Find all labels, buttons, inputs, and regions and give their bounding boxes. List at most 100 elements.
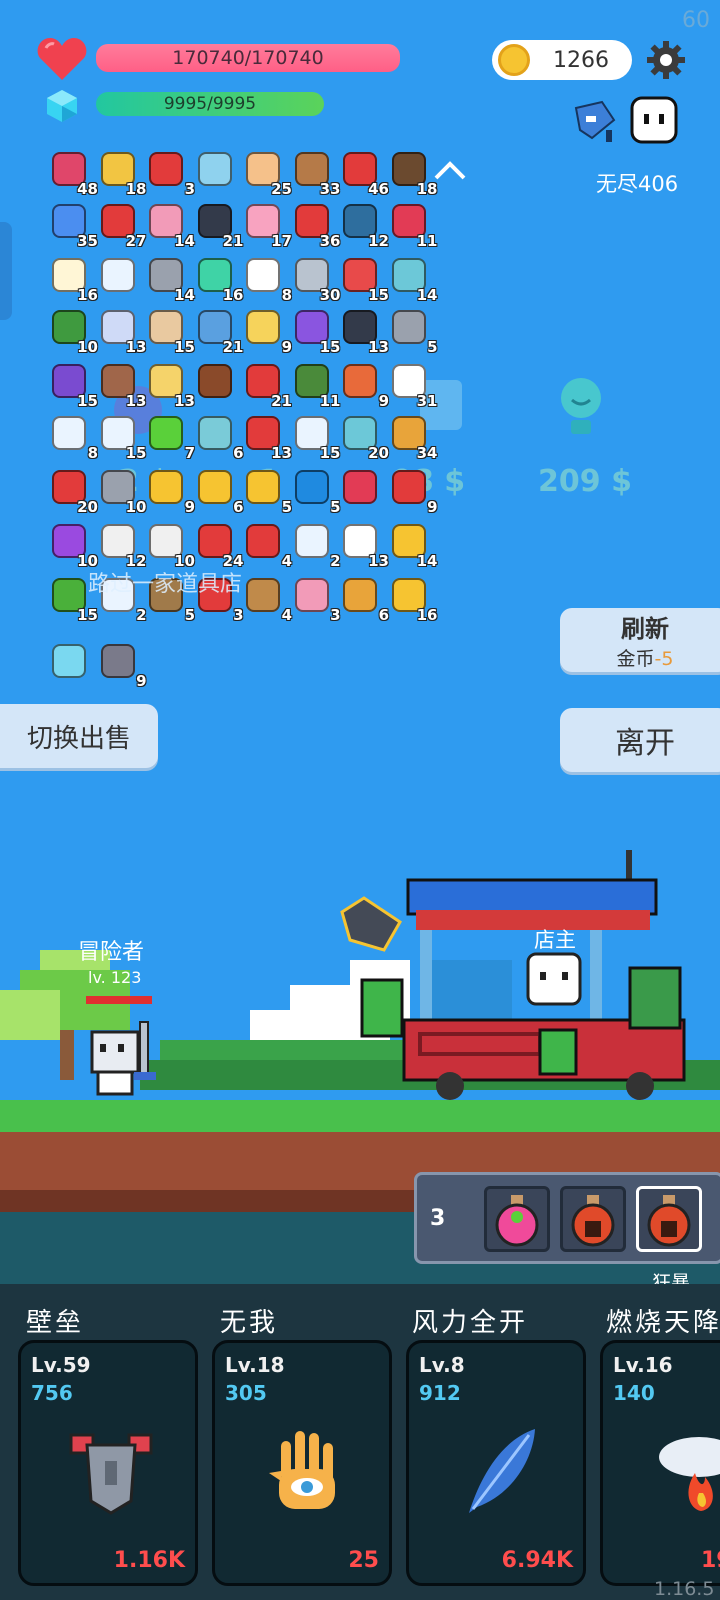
inventory-item[interactable]: 13 [242,414,292,462]
inventory-item[interactable]: 10 [97,468,147,516]
inventory-item[interactable]: 24 [194,522,244,570]
inventory-item[interactable]: 34 [388,414,438,462]
inventory-item[interactable]: 16 [48,256,98,304]
inventory-item[interactable]: 10 [48,522,98,570]
inventory-item[interactable]: 27 [97,202,147,250]
inventory-item[interactable]: 5 [291,468,341,516]
inventory-item[interactable]: 21 [242,362,292,410]
inventory-item[interactable]: 4 [242,522,292,570]
chevron-up-icon[interactable] [432,158,468,182]
inventory-item[interactable]: 10 [145,522,195,570]
inventory-item-count: 15 [319,444,341,462]
inventory-item[interactable]: 15 [48,362,98,410]
inventory-item[interactable]: 11 [291,362,341,410]
inventory-item[interactable]: 13 [97,362,147,410]
inventory-item[interactable]: 9 [145,468,195,516]
inventory-item[interactable]: 15 [291,308,341,356]
inventory-item[interactable]: 46 [339,150,389,198]
skill-card-full-wind[interactable]: Lv.8 912 6.94K [406,1340,586,1586]
inventory-item[interactable]: 5 [242,468,292,516]
inventory-item[interactable]: 12 [339,202,389,250]
inventory-item[interactable]: 9 [388,468,438,516]
inventory-item[interactable] [339,468,381,510]
inventory-item[interactable]: 36 [291,202,341,250]
refresh-button[interactable]: 刷新 金币-5 [560,608,720,672]
skill-card-selfless[interactable]: Lv.18 305 25 [212,1340,392,1586]
inventory-item[interactable] [194,150,236,192]
inventory-item[interactable]: 4 [242,576,292,624]
inventory-item[interactable]: 13 [339,522,389,570]
inventory-item[interactable]: 9 [97,642,147,690]
inventory-item[interactable]: 14 [388,256,438,304]
inventory-item[interactable]: 15 [339,256,389,304]
inventory-item[interactable]: 13 [339,308,389,356]
inventory-item[interactable]: 6 [339,576,389,624]
berserk-potion-slot[interactable] [636,1186,702,1252]
refresh-cost-label: 金币 [616,648,655,670]
skill-level: Lv.8 [419,1353,465,1377]
treasure-chest-icon [197,364,232,398]
inventory-item[interactable]: 15 [291,414,341,462]
red-shield-icon [391,470,426,504]
inventory-item[interactable]: 15 [97,414,147,462]
leave-button[interactable]: 离开 [560,708,720,772]
inventory-item[interactable]: 11 [388,202,438,250]
side-drawer-tab[interactable] [0,222,12,320]
inventory-item[interactable]: 2 [291,522,341,570]
inventory-item[interactable]: 16 [194,256,244,304]
inventory-item[interactable]: 13 [97,308,147,356]
inventory-item[interactable]: 14 [145,202,195,250]
inventory-item[interactable] [97,256,139,298]
inventory-item[interactable]: 3 [291,576,341,624]
inventory-item[interactable] [194,362,236,404]
inventory-item[interactable] [48,642,90,684]
inventory-item[interactable]: 20 [339,414,389,462]
inventory-item-count: 11 [319,392,341,410]
inventory-item[interactable]: 8 [242,256,292,304]
inventory-item[interactable]: 21 [194,202,244,250]
inventory-item-count: 5 [427,338,438,356]
inventory-item[interactable]: 15 [48,576,98,624]
inventory-item-count: 11 [416,232,438,250]
gear-icon[interactable] [646,40,686,80]
inventory-item[interactable]: 3 [145,150,195,198]
inventory-item[interactable]: 9 [339,362,389,410]
pink-potion-slot[interactable] [484,1186,550,1252]
shop-cart-sprite[interactable] [340,850,720,1100]
inventory-item[interactable]: 5 [388,308,438,356]
inventory-item[interactable]: 7 [145,414,195,462]
inventory-item[interactable]: 31 [388,362,438,410]
skill-name: 燃烧天降 [606,1308,720,1338]
inventory-item[interactable]: 30 [291,256,341,304]
fire-potion-slot[interactable] [560,1186,626,1252]
inventory-item[interactable]: 14 [145,256,195,304]
inventory-item[interactable]: 20 [48,468,98,516]
switch-sell-button[interactable]: 切换出售 [0,704,158,768]
skill-card-burning-sky[interactable]: Lv.16 140 19 [600,1340,720,1586]
inventory-item[interactable]: 9 [242,308,292,356]
inventory-item[interactable]: 17 [242,202,292,250]
inventory-item[interactable]: 48 [48,150,98,198]
skill-level: Lv.59 [31,1353,91,1377]
inventory-item[interactable]: 16 [388,576,438,624]
hero-knight-sprite[interactable] [86,1018,162,1104]
inventory-item[interactable]: 18 [97,150,147,198]
inventory-item[interactable]: 15 [145,308,195,356]
inventory-item[interactable]: 8 [48,414,98,462]
hp-bar: 170740/170740 [96,44,400,72]
inventory-item[interactable]: 25 [242,150,292,198]
inventory-item[interactable]: 6 [194,414,244,462]
inventory-item[interactable]: 35 [48,202,98,250]
inventory-item[interactable]: 14 [388,522,438,570]
inventory-item[interactable]: 10 [48,308,98,356]
inventory-item[interactable]: 18 [388,150,438,198]
inventory-item[interactable]: 33 [291,150,341,198]
inventory-item[interactable]: 12 [97,522,147,570]
coin-value: 1266 [553,47,609,73]
inventory-item-count: 14 [174,232,195,250]
inventory-item[interactable]: 13 [145,362,195,410]
inventory-item[interactable]: 21 [194,308,244,356]
inventory-item[interactable]: 6 [194,468,244,516]
skill-card-bulwark[interactable]: Lv.59 756 1.16K [18,1340,198,1586]
endless-mode-icon[interactable] [572,96,682,146]
